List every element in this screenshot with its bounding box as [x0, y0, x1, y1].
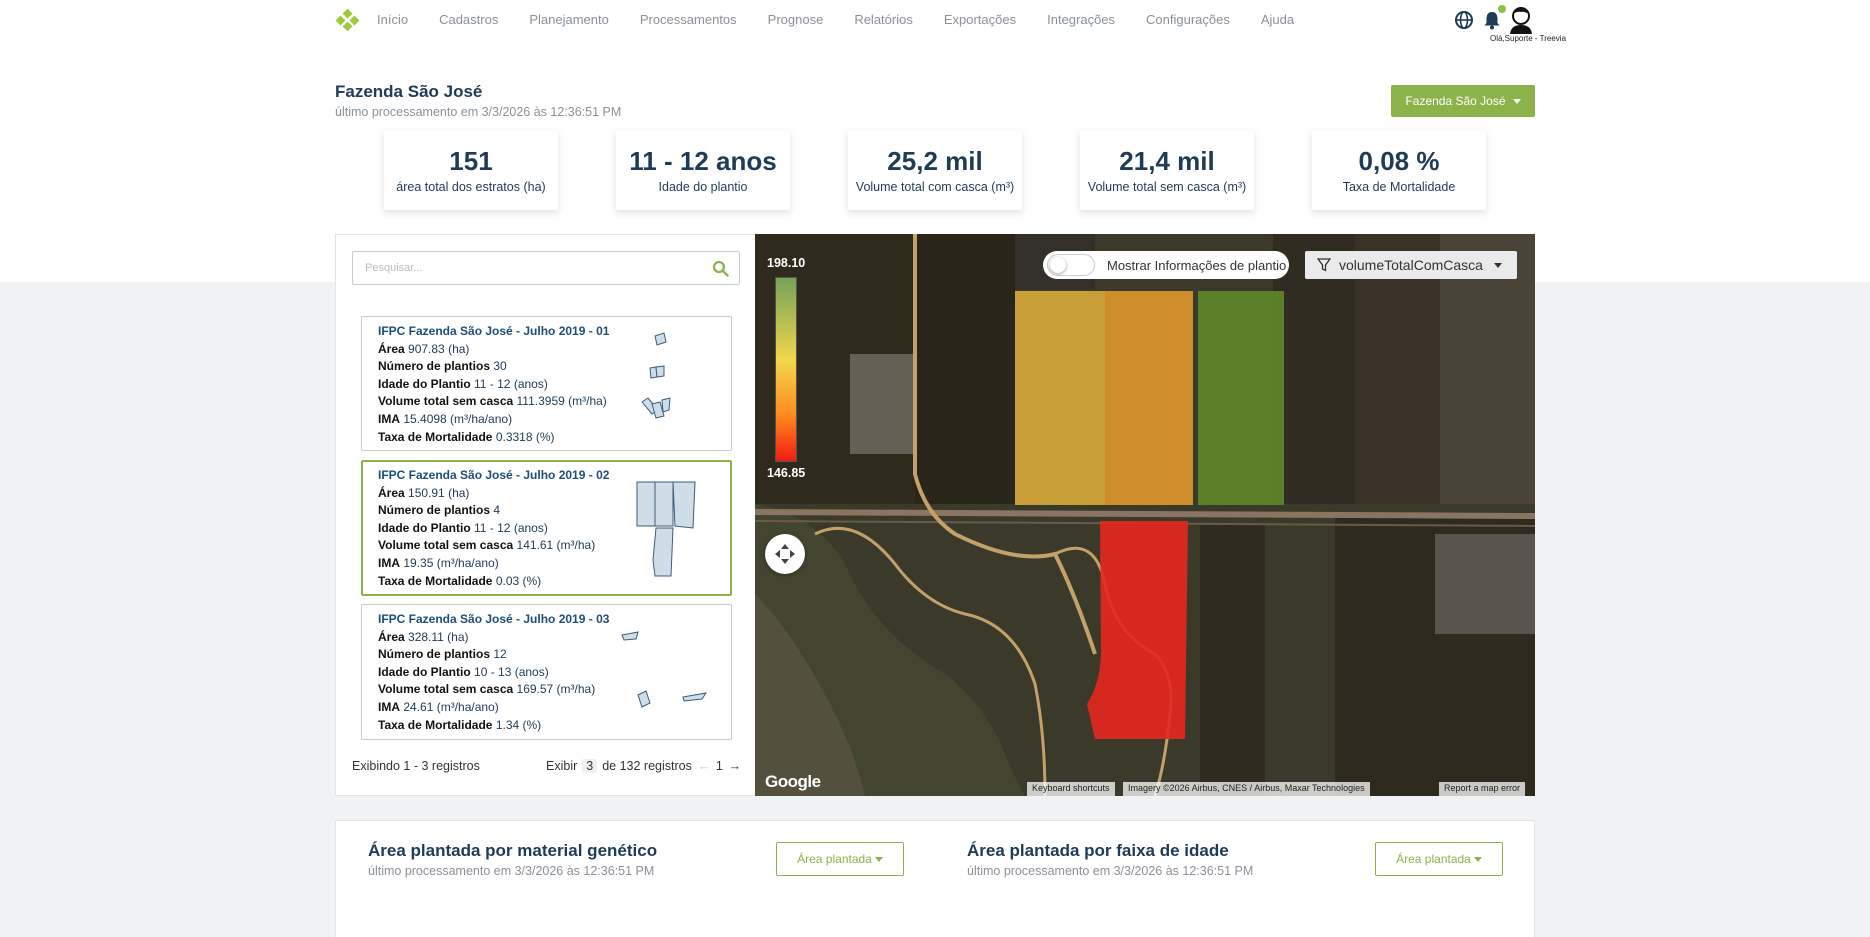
main-menu: Início Cadastros Planejamento Processame…: [377, 12, 1325, 27]
page-title: Fazenda São José: [335, 82, 483, 101]
nav-processamentos[interactable]: Processamentos: [640, 12, 737, 27]
pagination: Exibir 3 de 132 registros ← 1 →: [546, 759, 742, 773]
stat-card-idade: 11 - 12 anos Idade do plantio: [616, 130, 790, 210]
nav-integracoes[interactable]: Integrações: [1047, 12, 1115, 27]
caret-down-icon: [1512, 98, 1521, 104]
caret-down-icon: [1473, 856, 1482, 862]
section-subtitle: último processamento em 3/3/2026 às 12:3…: [967, 864, 1254, 878]
nav-exportacoes[interactable]: Exportações: [944, 12, 1016, 27]
satellite-imagery: [755, 234, 1535, 796]
farm-selector-label: Fazenda São José: [1405, 94, 1506, 108]
field-orange: [1105, 291, 1193, 505]
filter-label: volumeTotalComCasca: [1339, 257, 1483, 273]
records-showing-text: Exibindo 1 - 3 registros: [352, 759, 480, 773]
section-title-faixa-idade: Área plantada por faixa de idade: [967, 841, 1229, 860]
field-green: [1198, 291, 1284, 505]
stat-label: Volume total com casca (m³): [855, 180, 1015, 194]
logo-icon[interactable]: [334, 9, 362, 31]
globe-icon[interactable]: [1454, 10, 1474, 30]
next-page-icon[interactable]: →: [728, 759, 742, 773]
user-area: Olá,Suporte - Treevia: [1454, 5, 1574, 44]
color-scale-legend: [775, 277, 797, 462]
nav-cadastros[interactable]: Cadastros: [439, 12, 498, 27]
page-size-label: Exibir: [546, 759, 578, 773]
last-processing-text: último processamento em 3/3/2026 às 12:3…: [335, 105, 622, 119]
stat-value: 0,08 %: [1358, 146, 1440, 176]
stat-value: 25,2 mil: [887, 146, 983, 176]
item-title: IFPC Fazenda São José - Julho 2019 - 03: [378, 612, 610, 626]
top-navbar: Início Cadastros Planejamento Processame…: [0, 0, 1870, 44]
plot-shapes-thumbnail: [636, 481, 696, 577]
legend-max-value: 198.10: [767, 256, 806, 270]
expand-icon: [775, 544, 795, 564]
list-item[interactable]: IFPC Fazenda São José - Julho 2019 - 01 …: [361, 316, 732, 451]
stat-card-mortalidade: 0,08 % Taxa de Mortalidade: [1312, 130, 1486, 210]
inventory-list-panel: Pesquisar... IFPC Fazenda São José - Jul…: [335, 234, 756, 796]
stat-value: 11 - 12 anos: [629, 146, 777, 176]
stat-card-volume-com-casca: 25,2 mil Volume total com casca (m³): [848, 130, 1022, 210]
dropdown-label: Área plantada: [797, 852, 872, 866]
filter-icon: [1317, 258, 1331, 272]
search-placeholder: Pesquisar...: [365, 262, 423, 274]
stat-value: 151: [449, 146, 493, 176]
stat-label: Idade do plantio: [658, 180, 748, 194]
notification-dot: [1498, 5, 1506, 13]
stat-card-area: 151 área total dos estratos (ha): [384, 130, 558, 210]
nav-configuracoes[interactable]: Configurações: [1146, 12, 1230, 27]
map-variable-filter-button[interactable]: volumeTotalComCasca: [1305, 251, 1517, 279]
nav-planejamento[interactable]: Planejamento: [529, 12, 609, 27]
stat-value: 21,4 mil: [1119, 146, 1215, 176]
farm-selector-button[interactable]: Fazenda São José: [1391, 85, 1535, 117]
area-plantada-dropdown-right[interactable]: Área plantada: [1375, 842, 1503, 876]
map-view[interactable]: 198.10 146.85 Mostrar Informações de pla…: [755, 234, 1535, 796]
search-input[interactable]: Pesquisar...: [352, 251, 740, 285]
avatar-icon[interactable]: [1508, 6, 1534, 34]
plot-shapes-thumbnail: [621, 631, 708, 708]
search-icon[interactable]: [712, 260, 729, 277]
caret-down-icon: [1493, 262, 1502, 268]
section-subtitle: último processamento em 3/3/2026 às 12:3…: [368, 864, 655, 878]
plantio-info-toggle[interactable]: [1047, 254, 1095, 276]
charts-section: Área plantada por material genético últi…: [335, 820, 1535, 937]
stat-label: área total dos estratos (ha): [396, 180, 546, 194]
nav-prognose[interactable]: Prognose: [768, 12, 824, 27]
user-greeting: Olá,Suporte - Treevia: [1490, 34, 1567, 43]
stat-card-volume-sem-casca: 21,4 mil Volume total sem casca (m³): [1080, 130, 1254, 210]
nav-inicio[interactable]: Início: [377, 12, 408, 27]
nav-relatorios[interactable]: Relatórios: [854, 12, 913, 27]
list-item-selected[interactable]: IFPC Fazenda São José - Julho 2019 - 02 …: [361, 460, 732, 596]
field-red: [1087, 521, 1188, 739]
fullscreen-button[interactable]: [765, 534, 805, 574]
prev-page-icon[interactable]: ←: [697, 759, 711, 773]
item-mortalidade: Taxa de Mortalidade 0.3318 (%): [378, 429, 555, 444]
section-title-material-genetico: Área plantada por material genético: [368, 841, 658, 860]
stat-label: Taxa de Mortalidade: [1342, 180, 1456, 194]
caret-down-icon: [874, 856, 883, 862]
item-mortalidade: Taxa de Mortalidade 1.34 (%): [378, 717, 542, 732]
page-size-select[interactable]: 3: [582, 759, 598, 773]
plantio-info-toggle-container: Mostrar Informações de plantio: [1043, 251, 1289, 279]
nav-ajuda[interactable]: Ajuda: [1261, 12, 1294, 27]
list-item[interactable]: IFPC Fazenda São José - Julho 2019 - 03 …: [361, 604, 732, 740]
stat-label: Volume total sem casca (m³): [1087, 180, 1247, 194]
imagery-attribution: Imagery ©2026 Airbus, CNES / Airbus, Max…: [1123, 782, 1370, 796]
keyboard-shortcuts-link[interactable]: Keyboard shortcuts: [1027, 782, 1115, 796]
plot-shapes-thumbnail: [642, 332, 671, 419]
field-yellow: [1015, 291, 1105, 505]
dropdown-label: Área plantada: [1396, 852, 1471, 866]
google-logo: Google: [765, 772, 821, 791]
report-map-error-link[interactable]: Report a map error: [1439, 782, 1526, 796]
bell-icon[interactable]: [1482, 10, 1502, 30]
total-records-text: de 132 registros: [602, 759, 692, 773]
legend-min-value: 146.85: [767, 466, 806, 480]
current-page[interactable]: 1: [716, 759, 723, 773]
area-plantada-dropdown-left[interactable]: Área plantada: [776, 842, 904, 876]
toggle-label: Mostrar Informações de plantio: [1107, 257, 1287, 273]
